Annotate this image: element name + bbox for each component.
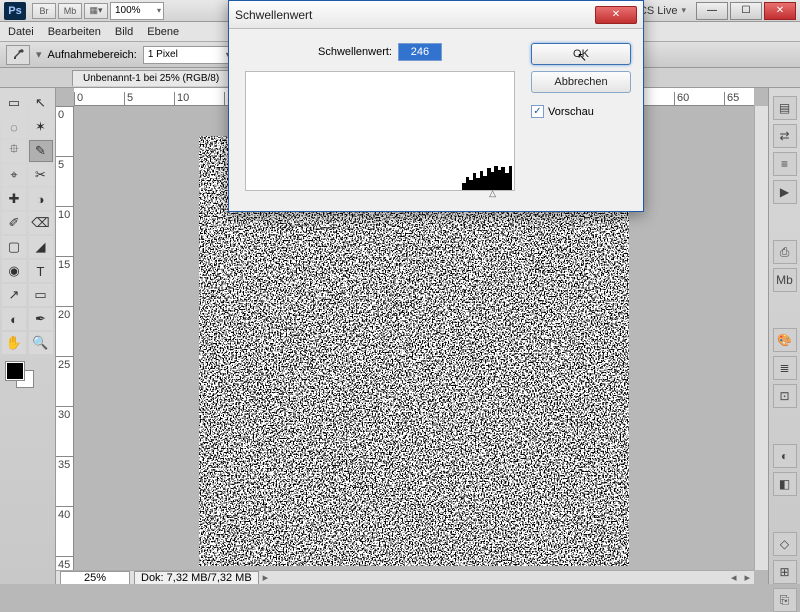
- bridge-button[interactable]: Br: [32, 3, 56, 19]
- minibridge-button[interactable]: Mb: [58, 3, 82, 19]
- type-tool[interactable]: T: [29, 260, 53, 282]
- heal-tool[interactable]: ⌖: [2, 164, 26, 186]
- threshold-dialog: Schwellenwert ✕ Schwellenwert: △ OK Abbr…: [228, 0, 644, 212]
- cancel-button[interactable]: Abbrechen: [531, 71, 631, 93]
- close-button[interactable]: ✕: [764, 2, 796, 20]
- layers-panel-icon[interactable]: ◇: [773, 532, 797, 556]
- status-bar: 25% Dok: 7,32 MB/7,32 MB ▸ ◂ ▸: [56, 570, 754, 584]
- minimize-button[interactable]: —: [696, 2, 728, 20]
- eraser-tool[interactable]: ✐: [2, 212, 26, 234]
- sample-size-label: Aufnahmebereich:: [48, 49, 137, 61]
- swatches-panel-icon[interactable]: ≣: [773, 356, 797, 380]
- path-tool[interactable]: ↗: [2, 284, 26, 306]
- dialog-close-button[interactable]: ✕: [595, 6, 637, 24]
- eyedropper-tool[interactable]: ✎: [29, 140, 53, 162]
- dodge-tool[interactable]: ◢: [29, 236, 53, 258]
- zoom-level[interactable]: 25%: [60, 571, 130, 585]
- minibridge-panel-icon[interactable]: Mb: [773, 268, 797, 292]
- hand-tool[interactable]: ✋: [2, 332, 26, 354]
- scrollbar-vertical[interactable]: [754, 106, 768, 570]
- paths-panel-icon[interactable]: ⎘: [773, 588, 797, 612]
- ruler-vertical[interactable]: 051015202530354045: [56, 106, 74, 570]
- wand-tool[interactable]: ✶: [29, 116, 53, 138]
- viewextras-button[interactable]: ▦▾: [84, 3, 108, 19]
- lasso-tool[interactable]: ◌: [2, 116, 26, 138]
- gradient-tool[interactable]: ⌫: [29, 212, 53, 234]
- zoom-tool[interactable]: 🔍: [29, 332, 53, 354]
- masks-panel-icon[interactable]: ◧: [773, 472, 797, 496]
- fg-color-swatch[interactable]: [6, 362, 24, 380]
- scroll-left-icon[interactable]: ◂: [731, 571, 737, 584]
- app-logo-icon: Ps: [4, 2, 26, 20]
- pen-tool[interactable]: ◉: [2, 260, 26, 282]
- history-brush-tool[interactable]: ◑: [29, 188, 53, 210]
- styles-panel-icon[interactable]: ⊡: [773, 384, 797, 408]
- shape-tool[interactable]: ▭: [29, 284, 53, 306]
- adjust-panel-icon[interactable]: ◐: [773, 444, 797, 468]
- properties-panel-icon[interactable]: ≡: [773, 152, 797, 176]
- menu-bearbeiten[interactable]: Bearbeiten: [48, 26, 101, 38]
- move-tool[interactable]: ▭: [2, 92, 26, 114]
- color-swatches[interactable]: [2, 362, 53, 394]
- document-tab[interactable]: Unbenannt-1 bei 25% (RGB/8): [72, 70, 230, 86]
- sample-size-dropdown[interactable]: 1 Pixel: [143, 46, 233, 64]
- preview-label: Vorschau: [548, 106, 594, 118]
- history-panel-icon[interactable]: ▤: [773, 96, 797, 120]
- crop-tool[interactable]: ⯐: [2, 140, 26, 162]
- menu-bild[interactable]: Bild: [115, 26, 133, 38]
- menu-datei[interactable]: Datei: [8, 26, 34, 38]
- brush-tool[interactable]: ✂: [29, 164, 53, 186]
- threshold-input[interactable]: [398, 43, 442, 61]
- chevron-down-icon: ▾: [681, 5, 686, 16]
- checkbox-icon: ✓: [531, 105, 544, 118]
- maximize-button[interactable]: ☐: [730, 2, 762, 20]
- blur-tool[interactable]: ▢: [2, 236, 26, 258]
- dialog-title: Schwellenwert: [235, 8, 595, 22]
- channels-panel-icon[interactable]: ⊞: [773, 560, 797, 584]
- zoom-dropdown[interactable]: 100%: [110, 2, 164, 20]
- dialog-titlebar[interactable]: Schwellenwert ✕: [229, 1, 643, 29]
- doc-size[interactable]: Dok: 7,32 MB/7,32 MB: [134, 571, 259, 585]
- stamp-tool[interactable]: ✚: [2, 188, 26, 210]
- threshold-label: Schwellenwert:: [318, 46, 392, 58]
- threshold-slider-icon[interactable]: △: [489, 188, 496, 199]
- chevron-right-icon[interactable]: ▸: [263, 571, 269, 584]
- cslive-button[interactable]: CS Live: [639, 5, 678, 17]
- right-dock: ▤ ⇄ ≡ ▶ ⎙ Mb 🎨 ≣ ⊡ ◐ ◧ ◇ ⊞ ⎘: [768, 88, 800, 584]
- 3d-tool[interactable]: ◐: [2, 308, 26, 330]
- toolbox: ▭ ↖ ◌ ✶ ⯐ ✎ ⌖ ✂ ✚ ◑ ✐ ⌫ ▢ ◢ ◉ T ↗ ▭ ◐ ✒ …: [0, 88, 56, 584]
- preview-checkbox[interactable]: ✓ Vorschau: [531, 105, 631, 118]
- color-panel-icon[interactable]: 🎨: [773, 328, 797, 352]
- marquee-tool[interactable]: ↖: [29, 92, 53, 114]
- menu-ebene[interactable]: Ebene: [147, 26, 179, 38]
- ok-button[interactable]: OK: [531, 43, 631, 65]
- brush-panel-icon[interactable]: ⎙: [773, 240, 797, 264]
- scroll-right-icon[interactable]: ▸: [744, 571, 750, 584]
- actions-panel-icon[interactable]: ⇄: [773, 124, 797, 148]
- eyedropper-tool-icon[interactable]: [6, 45, 30, 65]
- animation-panel-icon[interactable]: ▶: [773, 180, 797, 204]
- histogram[interactable]: △: [245, 71, 515, 191]
- 3d-cam-tool[interactable]: ✒: [29, 308, 53, 330]
